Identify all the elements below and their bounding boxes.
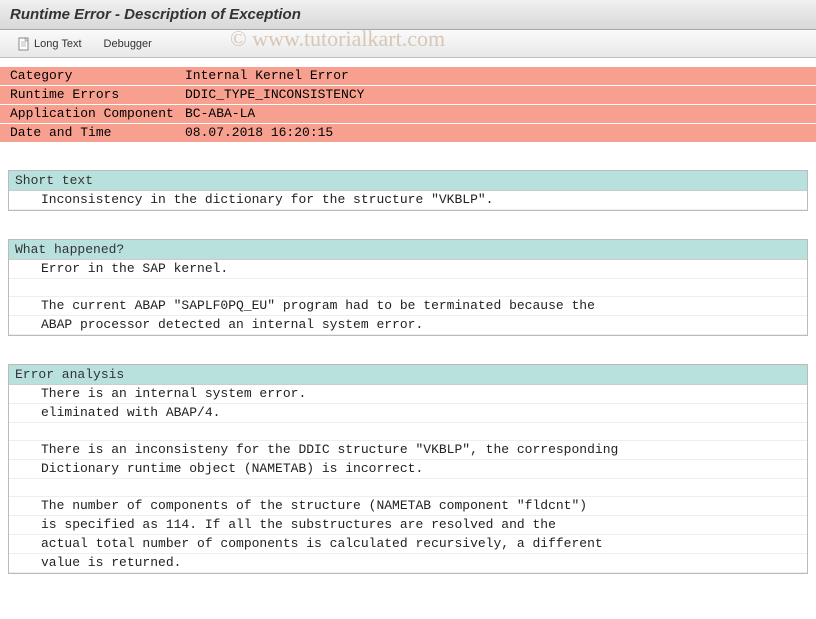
- section-line: eliminated with ABAP/4.: [9, 404, 807, 423]
- category-row: Runtime ErrorsDDIC_TYPE_INCONSISTENCY: [0, 86, 816, 105]
- section-box: Error analysisThere is an internal syste…: [8, 364, 808, 574]
- category-value: Internal Kernel Error: [185, 67, 816, 86]
- section-line: [9, 423, 807, 441]
- category-value: BC-ABA-LA: [185, 105, 816, 124]
- debugger-button[interactable]: Debugger: [95, 35, 161, 53]
- section-line: [9, 279, 807, 297]
- section-line: The number of components of the structur…: [9, 497, 807, 516]
- sections-container: Short textInconsistency in the dictionar…: [8, 170, 808, 574]
- category-value: DDIC_TYPE_INCONSISTENCY: [185, 86, 816, 105]
- window-title: Runtime Error - Description of Exception: [10, 6, 301, 23]
- section-line: is specified as 114. If all the substruc…: [9, 516, 807, 535]
- category-label: Application Component: [0, 105, 185, 124]
- toolbar: Long Text Debugger: [0, 30, 816, 58]
- section-line: actual total number of components is cal…: [9, 535, 807, 554]
- category-label: Date and Time: [0, 124, 185, 143]
- category-row: Date and Time08.07.2018 16:20:15: [0, 124, 816, 143]
- category-label: Category: [0, 67, 185, 86]
- section-line: Dictionary runtime object (NAMETAB) is i…: [9, 460, 807, 479]
- category-row: CategoryInternal Kernel Error: [0, 67, 816, 86]
- content-area: CategoryInternal Kernel ErrorRuntime Err…: [0, 58, 816, 619]
- section-line: Error in the SAP kernel.: [9, 260, 807, 279]
- window-title-bar: Runtime Error - Description of Exception: [0, 0, 816, 30]
- section-header: Short text: [9, 171, 807, 191]
- section-body: There is an internal system error.elimin…: [9, 385, 807, 573]
- section-header: Error analysis: [9, 365, 807, 385]
- section-line: There is an inconsisteny for the DDIC st…: [9, 441, 807, 460]
- long-text-label: Long Text: [34, 38, 82, 50]
- section-line: Inconsistency in the dictionary for the …: [9, 191, 807, 210]
- section-line: There is an internal system error.: [9, 385, 807, 404]
- category-value: 08.07.2018 16:20:15: [185, 124, 816, 143]
- section-header: What happened?: [9, 240, 807, 260]
- category-label: Runtime Errors: [0, 86, 185, 105]
- section-line: [9, 479, 807, 497]
- category-table: CategoryInternal Kernel ErrorRuntime Err…: [0, 66, 816, 142]
- section-line: ABAP processor detected an internal syst…: [9, 316, 807, 335]
- document-icon: [17, 37, 31, 51]
- section-line: value is returned.: [9, 554, 807, 573]
- debugger-label: Debugger: [104, 38, 152, 50]
- category-row: Application ComponentBC-ABA-LA: [0, 105, 816, 124]
- section-box: What happened?Error in the SAP kernel. Th…: [8, 239, 808, 336]
- long-text-button[interactable]: Long Text: [8, 34, 91, 54]
- section-line: The current ABAP "SAPLF0PQ_EU" program h…: [9, 297, 807, 316]
- section-box: Short textInconsistency in the dictionar…: [8, 170, 808, 211]
- section-body: Inconsistency in the dictionary for the …: [9, 191, 807, 210]
- section-body: Error in the SAP kernel. The current ABAP…: [9, 260, 807, 335]
